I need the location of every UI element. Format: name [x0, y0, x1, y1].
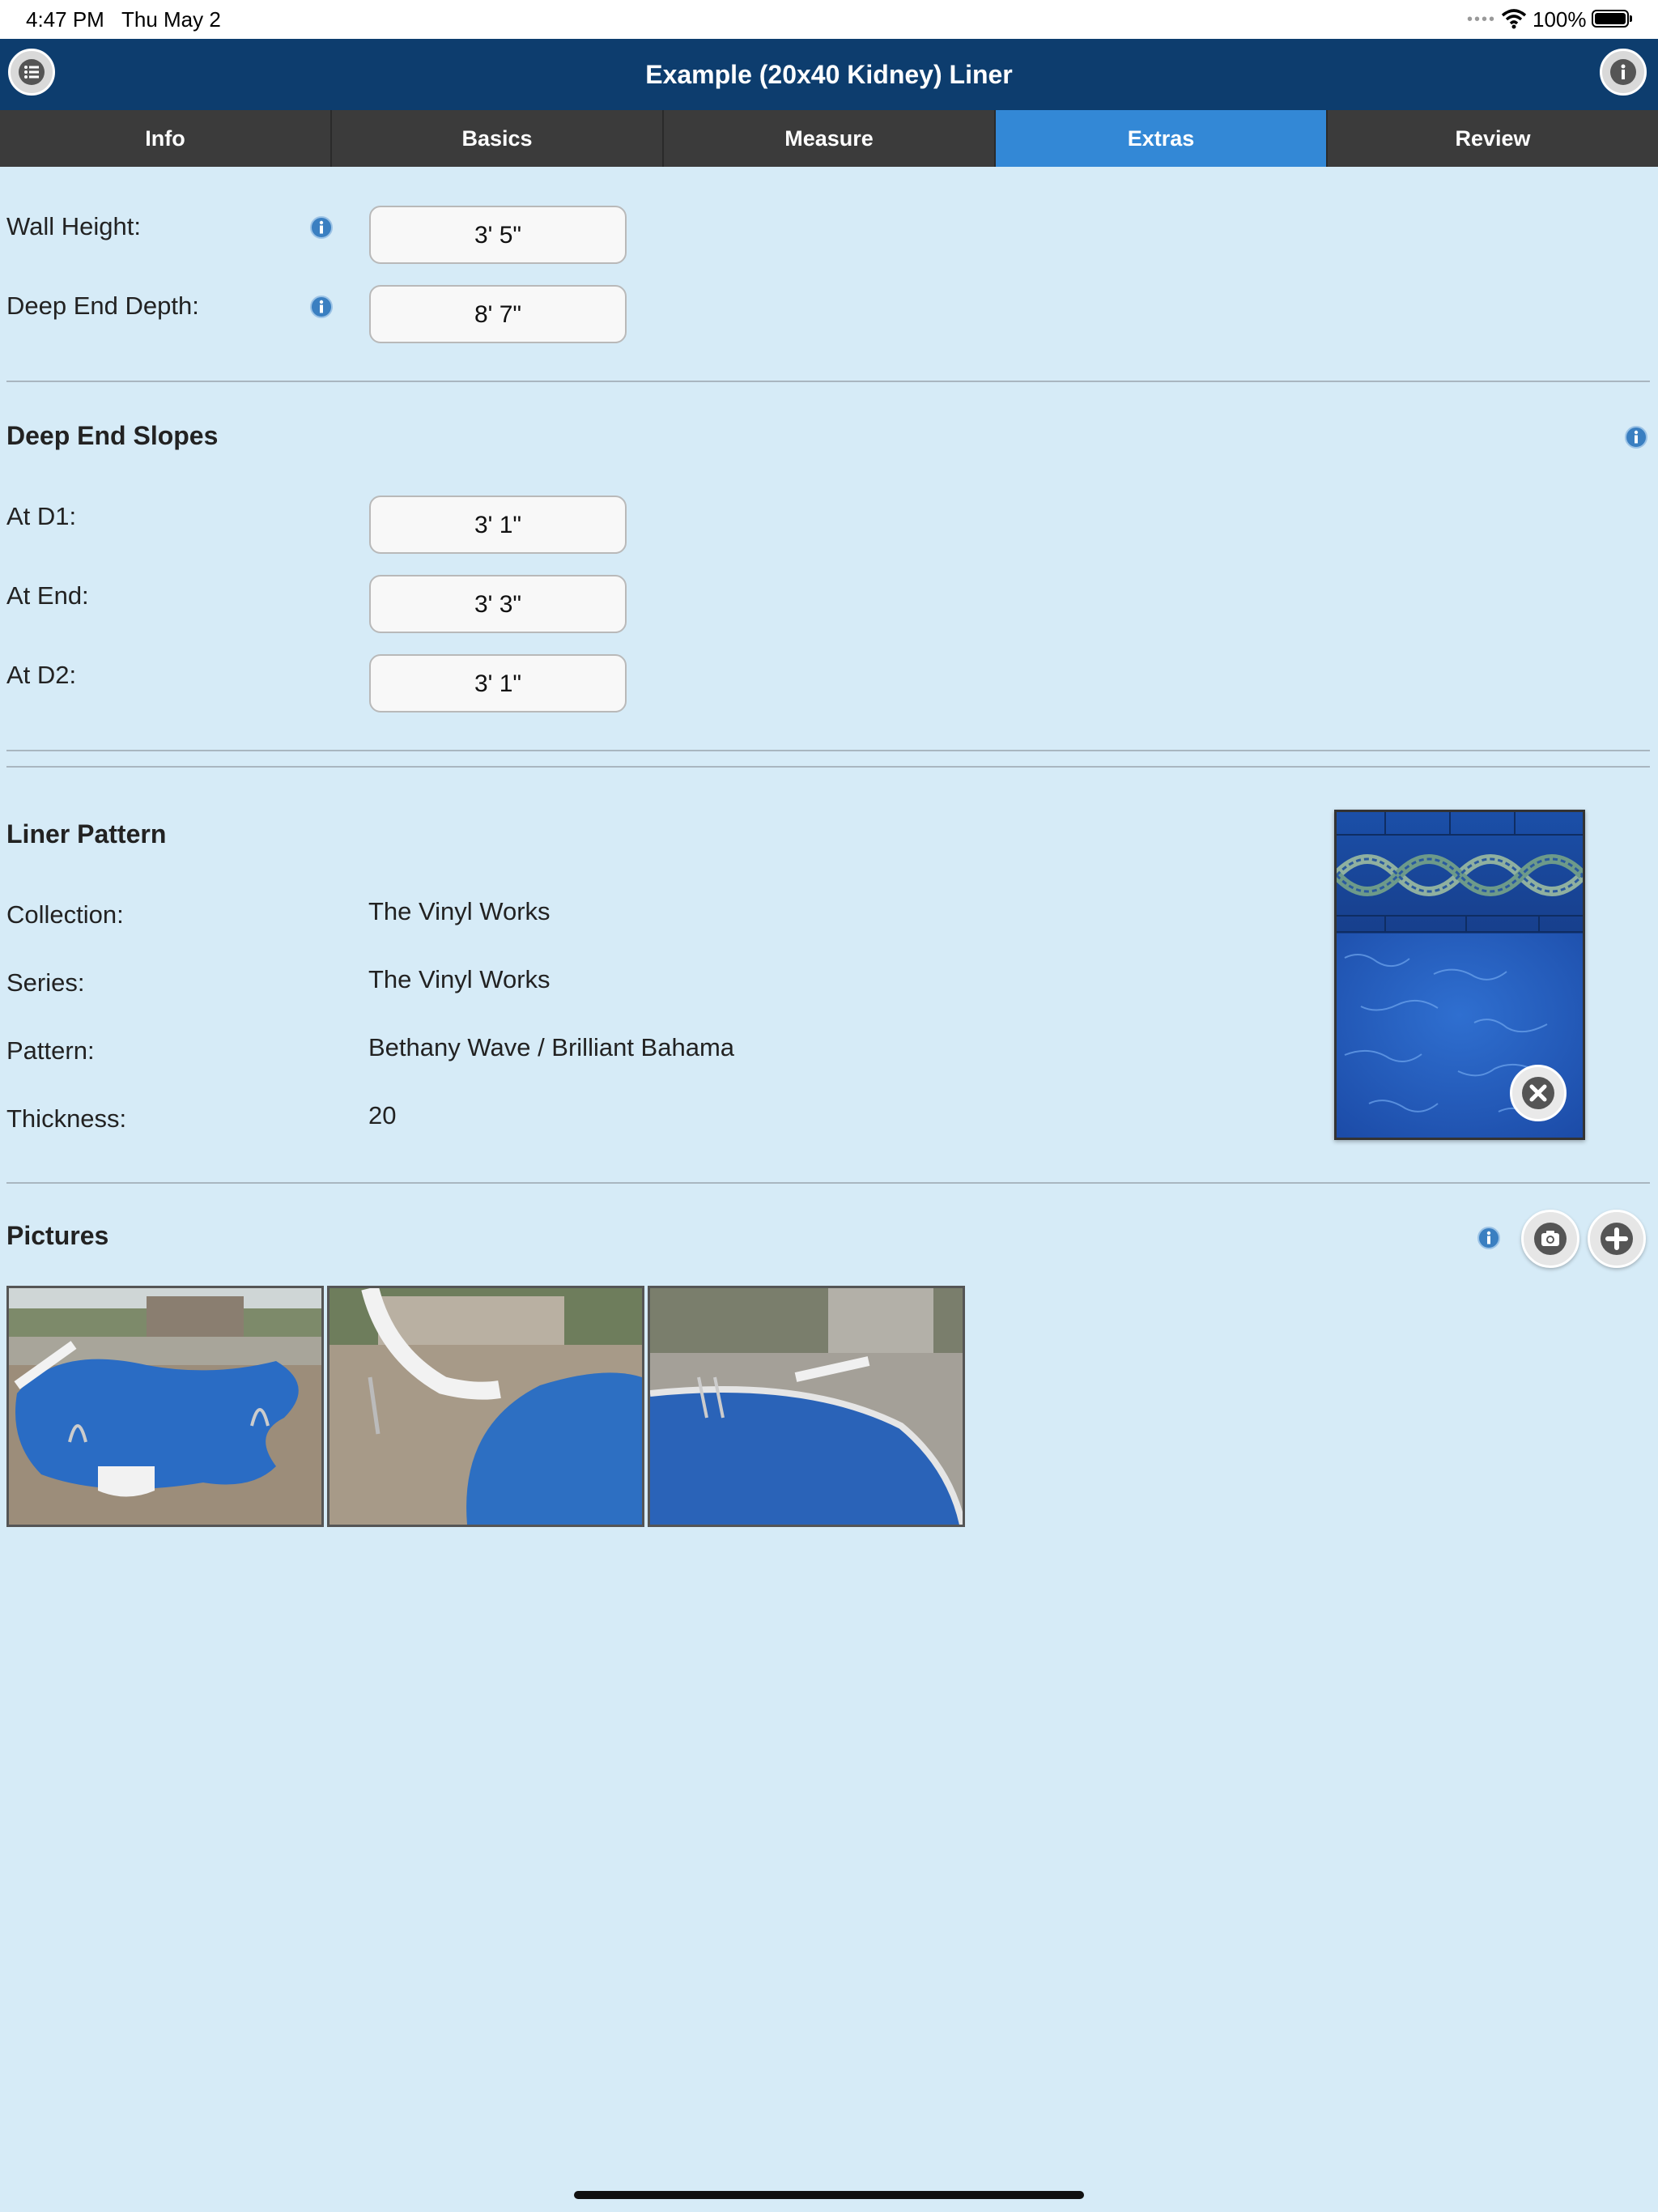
- pattern-label: Pattern:: [6, 1036, 95, 1065]
- home-indicator: [574, 2191, 1084, 2199]
- status-date: Thu May 2: [121, 7, 221, 32]
- page-title: Example (20x40 Kidney) Liner: [645, 60, 1013, 89]
- info-icon[interactable]: [1624, 425, 1648, 449]
- battery-icon: [1592, 10, 1632, 28]
- info-icon: [1610, 59, 1636, 85]
- collection-label: Collection:: [6, 900, 124, 929]
- deep-end-depth-field[interactable]: 8' 7": [369, 285, 627, 343]
- camera-button[interactable]: [1521, 1210, 1579, 1268]
- pool-photo: [9, 1288, 321, 1525]
- signal-dots-icon: ••••: [1467, 11, 1497, 28]
- pool-photo: [650, 1288, 963, 1525]
- deep-end-depth-label: Deep End Depth:: [6, 291, 199, 320]
- wifi-icon: [1501, 9, 1527, 29]
- at-d1-label: At D1:: [6, 502, 77, 530]
- close-icon: [1522, 1077, 1554, 1109]
- picture-thumbnail[interactable]: [6, 1286, 324, 1527]
- at-d2-field[interactable]: 3' 1": [369, 654, 627, 713]
- tab-extras[interactable]: Extras: [996, 110, 1328, 167]
- divider: [6, 750, 1650, 751]
- series-label: Series:: [6, 968, 85, 997]
- deep-end-slopes-title: Deep End Slopes: [6, 421, 219, 450]
- pool-photo: [329, 1288, 642, 1525]
- info-icon[interactable]: [309, 295, 334, 319]
- pictures-title: Pictures: [6, 1221, 109, 1250]
- series-value: The Vinyl Works: [368, 965, 551, 993]
- status-time: 4:47 PM: [26, 7, 104, 32]
- info-icon[interactable]: [1477, 1226, 1501, 1250]
- divider: [6, 381, 1650, 382]
- pattern-value: Bethany Wave / Brilliant Bahama: [368, 1033, 735, 1061]
- camera-icon: [1534, 1223, 1567, 1255]
- thickness-value: 20: [368, 1101, 397, 1129]
- collection-value: The Vinyl Works: [368, 897, 551, 925]
- add-picture-button[interactable]: [1588, 1210, 1646, 1268]
- wall-height-field[interactable]: 3' 5": [369, 206, 627, 264]
- tab-bar: Info Basics Measure Extras Review: [0, 110, 1658, 167]
- at-end-label: At End:: [6, 581, 89, 610]
- tab-info[interactable]: Info: [0, 110, 332, 167]
- thickness-label: Thickness:: [6, 1104, 127, 1133]
- wall-height-label: Wall Height:: [6, 212, 141, 240]
- plus-icon: [1601, 1223, 1633, 1255]
- status-bar: [0, 0, 1658, 39]
- liner-pattern-image[interactable]: [1334, 810, 1585, 1140]
- menu-button[interactable]: [8, 49, 55, 96]
- info-icon[interactable]: [309, 215, 334, 240]
- divider: [6, 1182, 1650, 1184]
- remove-pattern-button[interactable]: [1510, 1065, 1567, 1121]
- picture-thumbnail[interactable]: [327, 1286, 644, 1527]
- tab-review[interactable]: Review: [1328, 110, 1658, 167]
- at-d2-label: At D2:: [6, 661, 77, 689]
- list-icon: [19, 59, 45, 85]
- tab-measure[interactable]: Measure: [664, 110, 996, 167]
- info-button[interactable]: [1600, 49, 1647, 96]
- liner-pattern-title: Liner Pattern: [6, 819, 167, 849]
- at-end-field[interactable]: 3' 3": [369, 575, 627, 633]
- picture-thumbnail[interactable]: [648, 1286, 965, 1527]
- tab-basics[interactable]: Basics: [332, 110, 664, 167]
- at-d1-field[interactable]: 3' 1": [369, 496, 627, 554]
- battery-percent: 100%: [1533, 7, 1587, 32]
- divider: [6, 766, 1650, 768]
